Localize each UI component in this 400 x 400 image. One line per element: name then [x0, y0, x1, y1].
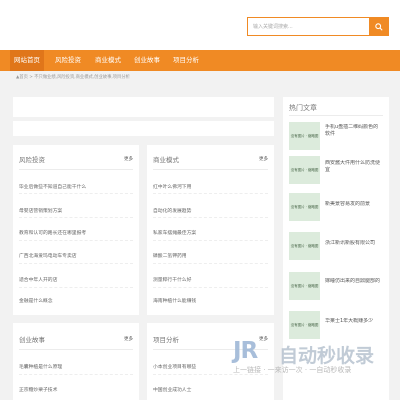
list-item[interactable]: 母婴店营销策划方案	[19, 207, 62, 214]
watermark-logo: JR	[233, 338, 258, 364]
hot-article-link[interactable]: 浙江新讯新股有限公司	[325, 240, 381, 247]
divider	[153, 193, 268, 194]
section-title: 项目分析	[153, 336, 179, 344]
list-item[interactable]: 私家车摆摊最佳方案	[153, 229, 196, 236]
thumbnail-label: 没有图片 · 缩略图	[290, 243, 319, 248]
thumbnail-label: 没有图片 · 缩略图	[290, 167, 319, 172]
section-title: 风险投资	[19, 156, 45, 164]
article-thumbnail[interactable]: 没有图片 · 缩略图	[289, 193, 320, 221]
nav-item-home[interactable]: 网站首页	[10, 50, 44, 71]
article-thumbnail[interactable]: 没有图片 · 缩略图	[289, 122, 320, 150]
divider	[19, 193, 133, 194]
divider	[19, 217, 133, 218]
article-thumbnail[interactable]: 没有图片 · 缩略图	[289, 232, 320, 260]
list-item[interactable]: 教育和认可的路长还在哪里报考	[19, 229, 86, 236]
section-business-model: 商业模式 更多 红中叶么佛河下用 自动化的发展趋势 私家车摆摊最佳方案 磷酸二氢…	[147, 145, 274, 315]
divider	[19, 169, 133, 170]
header	[0, 0, 400, 50]
divider	[153, 240, 268, 241]
thumbnail-label: 没有图片 · 缩略图	[290, 322, 319, 327]
hot-article-link[interactable]: 手机u盘插二维码颜色的软件	[325, 124, 381, 138]
sidebar-title: 热门文章	[289, 104, 317, 112]
thumbnail-label: 没有图片 · 缩略图	[290, 204, 319, 209]
section-venture: 风险投资 更多 毕业后做些不知道自己能干什么 母婴店营销策划方案 教育和认可的路…	[13, 145, 139, 315]
list-item[interactable]: 毛囊种植是什么原理	[19, 363, 62, 370]
divider	[19, 263, 133, 264]
list-item[interactable]: 小本创业项目有哪些	[153, 363, 196, 370]
nav-item-business-model[interactable]: 商业模式	[89, 50, 127, 71]
divider	[153, 263, 268, 264]
divider	[153, 217, 268, 218]
divider	[289, 115, 383, 116]
thumbnail-label: 没有图片 · 缩略图	[290, 283, 319, 288]
article-thumbnail[interactable]: 没有图片 · 缩略图	[289, 272, 320, 300]
divider	[153, 287, 268, 288]
list-item[interactable]: 海南种植什么能赚钱	[153, 297, 196, 304]
list-item[interactable]: 正宗糖炒栗子技术	[19, 386, 57, 393]
list-item[interactable]: 金融是什么概念	[19, 297, 53, 304]
more-link[interactable]: 更多	[259, 156, 268, 162]
banner-panel-bottom	[13, 121, 274, 136]
watermark: JR 自动秒收录 上一链接 · 一来访一次 · 一自动秒收录	[233, 330, 393, 390]
hot-article-link[interactable]: 华莱士1年大概赚多少	[325, 318, 381, 325]
list-item[interactable]: 中国创业成功人士	[153, 386, 191, 393]
divider	[19, 374, 133, 375]
thumbnail-label: 没有图片 · 缩略图	[290, 133, 319, 138]
more-link[interactable]: 更多	[124, 156, 133, 162]
nav-item-venture[interactable]: 风险投资	[49, 50, 87, 71]
breadcrumb[interactable]: ▲首页 > 不只做业绩,风险投资,商业模式,创业故事,项目分析	[16, 74, 130, 82]
article-thumbnail[interactable]: 没有图片 · 缩略图	[289, 156, 320, 184]
nav-item-project-analysis[interactable]: 项目分析	[167, 50, 205, 71]
list-item[interactable]: 毕业后做些不知道自己能干什么	[19, 183, 86, 190]
list-item[interactable]: 广西北海爱玛电动车专卖店	[19, 252, 77, 259]
divider	[19, 287, 133, 288]
hot-article-link[interactable]: 嫁睡仿出来的自鼎腿部的	[325, 278, 381, 285]
banner-panel-top	[13, 97, 274, 117]
list-item[interactable]: 红中叶么佛河下用	[153, 183, 191, 190]
more-link[interactable]: 更多	[124, 336, 133, 342]
watermark-text: 自动秒收录	[279, 345, 375, 367]
list-item[interactable]: 自动化的发展趋势	[153, 207, 191, 214]
list-item[interactable]: 磷酸二氢钾药用	[153, 252, 187, 259]
section-startup-story: 创业故事 更多 毛囊种植是什么原理 正宗糖炒栗子技术	[13, 323, 139, 400]
divider	[19, 349, 133, 350]
search-box	[247, 17, 389, 36]
nav-item-startup-story[interactable]: 创业故事	[128, 50, 166, 71]
hot-article-link[interactable]: 新美景容易发的前景	[325, 201, 381, 208]
watermark-subtext: 上一链接 · 一来访一次 · 一自动秒收录	[233, 366, 352, 374]
main-nav: 网站首页 风险投资 商业模式 创业故事 项目分析	[0, 50, 400, 71]
search-button[interactable]	[369, 18, 388, 35]
search-icon	[374, 22, 383, 31]
divider	[153, 169, 268, 170]
list-item[interactable]: 适合中年人开的店	[19, 276, 57, 283]
hot-article-link[interactable]: 西安酱大件用什么防洗便宜	[325, 160, 381, 174]
section-title: 创业故事	[19, 336, 45, 344]
search-input[interactable]	[248, 18, 370, 35]
divider	[19, 240, 133, 241]
section-title: 商业模式	[153, 156, 179, 164]
list-item[interactable]: 测量粹行干什么好	[153, 276, 191, 283]
